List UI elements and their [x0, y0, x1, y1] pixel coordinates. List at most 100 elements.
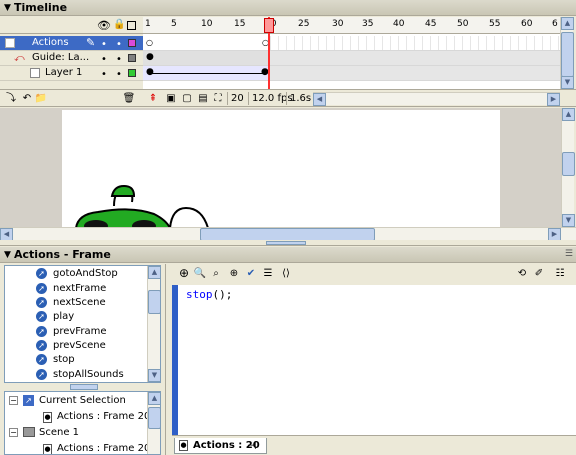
splitter-grip[interactable]: [266, 241, 306, 245]
stage-hscrollbar[interactable]: ◀ ▶: [0, 227, 576, 241]
toolbox-splitter-grip[interactable]: [70, 384, 98, 390]
car-character-graphic[interactable]: [62, 110, 500, 232]
actions-splitter[interactable]: [165, 264, 171, 455]
reference-icon[interactable]: ✐: [532, 267, 546, 280]
scroll-up-arrow-icon[interactable]: ▲: [148, 392, 160, 405]
layer-row-guide[interactable]: ⤺ Guide: La... • •: [0, 51, 143, 66]
find-icon[interactable]: 🔍: [193, 267, 207, 280]
visibility-dot[interactable]: •: [101, 54, 107, 65]
frame-ruler[interactable]: 1 5 10 15 20 25 30 35 40 45 50 55 60 6: [143, 17, 560, 34]
action-item-play[interactable]: ➚ play: [5, 310, 150, 324]
toolbox-vscrollbar[interactable]: ▲ ▼: [147, 266, 160, 382]
insert-folder-icon[interactable]: 📁: [34, 92, 48, 105]
action-item-nextframe[interactable]: ➚ nextFrame: [5, 282, 150, 296]
scroll-down-arrow-icon[interactable]: ▼: [562, 214, 575, 227]
panel-menu-icon[interactable]: ☷: [553, 267, 567, 280]
current-frame-field[interactable]: 20: [227, 92, 247, 105]
debug-options-icon[interactable]: ⟲: [515, 267, 529, 280]
lock-dot[interactable]: •: [116, 54, 122, 65]
action-label: stop: [53, 354, 75, 365]
layer-color-swatch[interactable]: [128, 54, 136, 62]
timeline-panel-header[interactable]: ▼ Timeline: [0, 0, 576, 16]
visibility-dot[interactable]: •: [101, 39, 107, 50]
layer-name[interactable]: Actions: [32, 37, 69, 48]
layer-color-swatch[interactable]: [128, 69, 136, 77]
scroll-thumb[interactable]: [561, 32, 574, 77]
keyframe-icon[interactable]: ●: [146, 67, 154, 77]
onion-skin-icon[interactable]: ▣: [164, 92, 178, 105]
layer-name[interactable]: Layer 1: [45, 67, 82, 78]
pin-script-icon[interactable]: ⊣: [247, 439, 257, 452]
script-navigator: − ↗ Current Selection ● Actions : Frame …: [4, 391, 161, 455]
layer-row-actions[interactable]: Actions ✎ • •: [0, 36, 143, 51]
check-syntax-icon[interactable]: ✔: [244, 267, 258, 280]
panel-options-icon[interactable]: ☰: [565, 249, 573, 259]
ruler-label: 5: [171, 19, 177, 29]
navigator-vscrollbar[interactable]: ▲: [147, 392, 160, 454]
timeline-vscrollbar[interactable]: ▲ ▼: [560, 17, 574, 89]
scroll-thumb[interactable]: [562, 152, 575, 176]
auto-format-icon[interactable]: ☰: [261, 267, 275, 280]
action-item-nextscene[interactable]: ➚ nextScene: [5, 296, 150, 310]
action-icon: ➚: [36, 369, 47, 380]
timeline-hscrollbar[interactable]: ◀ ▶: [313, 92, 560, 106]
action-item-prevscene[interactable]: ➚ prevScene: [5, 339, 150, 353]
playhead-handle[interactable]: [264, 18, 274, 33]
scroll-left-arrow-icon[interactable]: ◀: [313, 93, 326, 106]
add-motion-guide-icon[interactable]: ↶: [20, 92, 34, 105]
action-item-stop[interactable]: ➚ stop: [5, 353, 150, 367]
outline-icon[interactable]: [127, 21, 136, 30]
lock-icon[interactable]: 🔒: [113, 19, 125, 30]
keyframe-icon[interactable]: ●: [146, 52, 154, 62]
actions-panel-header[interactable]: ▼ Actions - Frame ☰: [0, 247, 576, 263]
scroll-right-arrow-icon[interactable]: ▶: [547, 93, 560, 106]
frame-icon: ●: [43, 444, 52, 454]
lock-dot[interactable]: •: [116, 39, 122, 50]
frame-row-guide[interactable]: ●: [143, 51, 560, 66]
modify-onion-markers-icon[interactable]: ⛶: [211, 92, 225, 105]
delete-layer-icon[interactable]: 🗑: [122, 92, 136, 105]
frame-row-actions[interactable]: ○ ○: [143, 36, 560, 51]
action-item-gotoandstop[interactable]: ➚ gotoAndStop: [5, 267, 150, 281]
replace-icon[interactable]: ⌕: [209, 267, 223, 280]
scroll-up-arrow-icon[interactable]: ▲: [562, 108, 575, 121]
timeline-frames-grid[interactable]: 1 5 10 15 20 25 30 35 40 45 50 55 60 6 ○…: [143, 17, 560, 89]
scroll-down-arrow-icon[interactable]: ▼: [148, 369, 160, 382]
scroll-thumb[interactable]: [148, 407, 160, 429]
eye-icon[interactable]: 👁: [97, 19, 111, 32]
center-frame-icon[interactable]: ⇞: [146, 92, 160, 105]
code-line[interactable]: stop();: [186, 288, 232, 301]
frame-span: [143, 36, 269, 50]
add-item-icon[interactable]: ⊕: [177, 267, 191, 280]
stage-canvas[interactable]: [62, 110, 500, 232]
scroll-up-arrow-icon[interactable]: ▲: [148, 266, 160, 279]
action-item-prevframe[interactable]: ➚ prevFrame: [5, 325, 150, 339]
lock-dot[interactable]: •: [116, 69, 122, 80]
panel-splitter[interactable]: [0, 240, 576, 246]
actions-toolbox: ➚ gotoAndStop ➚ nextFrame ➚ nextScene ➚ …: [4, 265, 161, 383]
collapse-box-icon[interactable]: −: [9, 396, 18, 405]
insert-layer-icon[interactable]: ⤵: [4, 92, 18, 105]
empty-keyframe-icon[interactable]: ○: [146, 38, 153, 47]
onion-skin-outlines-icon[interactable]: ▢: [180, 92, 194, 105]
action-item-stopallsounds[interactable]: ➚ stopAllSounds: [5, 368, 150, 382]
layer-name[interactable]: Guide: La...: [32, 52, 89, 63]
scroll-thumb[interactable]: [148, 290, 160, 314]
edit-multiple-frames-icon[interactable]: ▤: [196, 92, 210, 105]
visibility-dot[interactable]: •: [101, 69, 107, 80]
script-editor[interactable]: stop();: [172, 285, 576, 435]
stage-vscrollbar[interactable]: ▲ ▼: [561, 108, 575, 228]
layer-header-row: 👁 🔒: [0, 17, 143, 34]
ruler-label: 40: [393, 19, 405, 29]
scroll-down-arrow-icon[interactable]: ▼: [561, 76, 574, 89]
scroll-up-arrow-icon[interactable]: ▲: [561, 17, 574, 30]
layer-row-layer1[interactable]: Layer 1 • •: [0, 66, 143, 81]
frame-row-layer1[interactable]: ● ●: [143, 66, 560, 81]
target-path-icon[interactable]: ⊕: [227, 267, 241, 280]
code-hint-icon[interactable]: ⟨⟩: [279, 267, 293, 280]
collapse-triangle-icon[interactable]: ▼: [4, 3, 11, 13]
action-icon: ➚: [36, 326, 47, 337]
layer-color-swatch[interactable]: [128, 39, 136, 47]
collapse-box-icon[interactable]: −: [9, 428, 18, 437]
collapse-triangle-icon[interactable]: ▼: [4, 250, 11, 260]
